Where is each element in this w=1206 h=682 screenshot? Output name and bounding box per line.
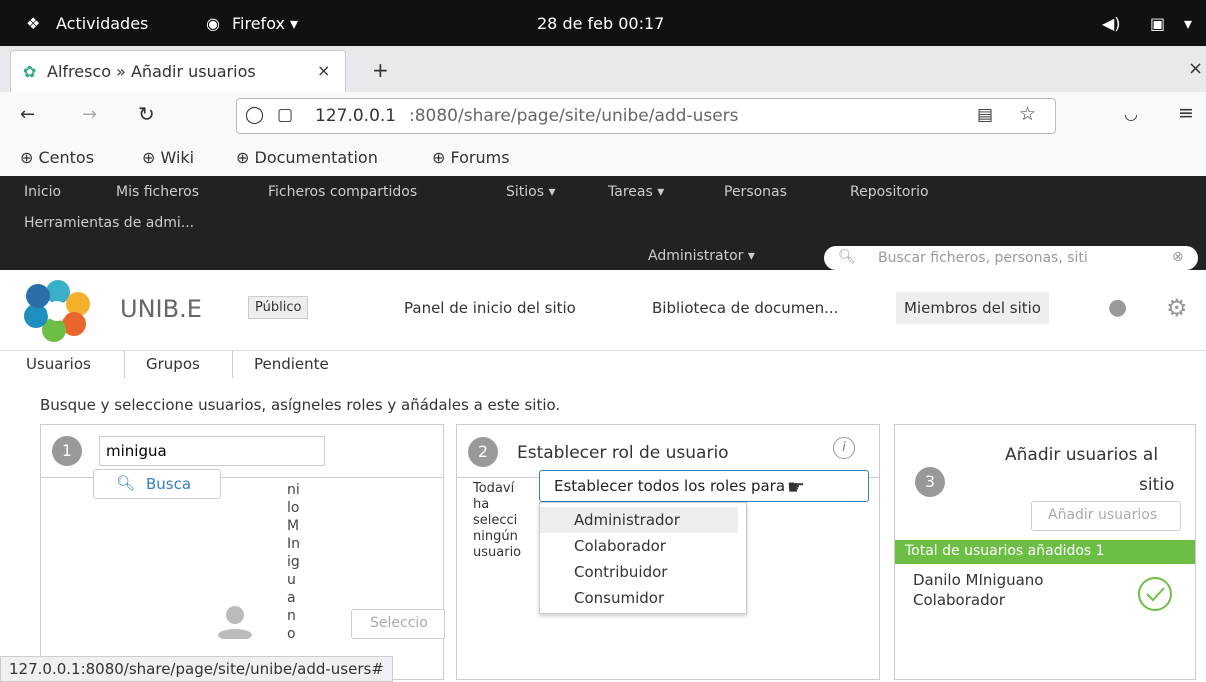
search-placeholder: Buscar ficheros, personas, siti [878,250,1088,266]
role-contribuidor[interactable]: Contribuidor [540,559,738,585]
url-path: :8080/share/page/site/unibe/add-users [409,106,739,126]
system-menu-icon[interactable]: ▾ [1184,14,1192,33]
app-menu[interactable]: Firefox ▾ [232,14,298,33]
tab-title: Alfresco » Añadir usuarios [47,62,256,81]
clock[interactable]: 28 de feb 00:17 [537,14,664,33]
alfresco-header: Inicio Mis ficheros Ficheros compartidos… [0,176,1206,270]
check-icon[interactable] [1137,576,1173,612]
new-tab-button[interactable]: + [372,58,389,82]
step-title: Establecer rol de usuario [517,443,729,463]
site-members-link[interactable]: Miembros del sitio [896,292,1049,324]
tab-close-icon[interactable]: × [317,61,330,80]
nav-admin-tools[interactable]: Herramientas de admi... [24,215,194,231]
status-url: 127.0.0.1:8080/share/page/site/unibe/add… [0,656,393,682]
step3-title-line2: sitio [1139,475,1175,495]
close-window-icon[interactable]: × [1188,58,1203,79]
bookmark-star-icon[interactable]: ☆ [1019,103,1036,125]
search-button[interactable]: 🔍︎ Busca [93,469,221,499]
tab-strip: ✿ Alfresco » Añadir usuarios × + × [0,46,1206,93]
nav-inicio[interactable]: Inicio [24,184,61,200]
tab-grupos[interactable]: Grupos [146,355,200,373]
url-bar[interactable]: ◯ ▢ 127.0.0.1 :8080/share/page/site/unib… [236,98,1056,134]
firefox-app-icon: ◉ [206,14,220,33]
url-host: 127.0.0.1 [315,106,397,126]
instructions-text: Busque y seleccione usuarios, asígneles … [40,396,561,414]
hamburger-menu-icon[interactable]: ≡ [1178,102,1194,124]
set-roles-panel: 2 Establecer rol de usuario i Todaví ha s… [456,424,880,680]
tab-alfresco[interactable]: ✿ Alfresco » Añadir usuarios × [10,50,346,92]
added-user-name: Danilo MIniguano [913,571,1044,589]
roles-menu: Administrador Colaborador Contribuidor C… [539,502,747,614]
info-icon[interactable]: i [833,437,855,459]
search-icon: 🔍︎ [116,474,136,492]
step-number: 1 [52,436,82,466]
tab-pendiente[interactable]: Pendiente [254,355,329,373]
bookmark-wiki[interactable]: ⊕ Wiki [142,148,194,167]
back-icon[interactable]: ← [20,104,35,125]
battery-icon[interactable]: ▣ [1150,14,1165,33]
nav-ficheros-compartidos[interactable]: Ficheros compartidos [268,184,417,200]
step3-title-line1: Añadir usuarios al [1005,445,1159,465]
shield-icon[interactable]: ◯ [245,105,264,125]
activities-icon: ❖ [26,14,41,33]
system-top-bar: ❖ Actividades ◉ Firefox ▾ 28 de feb 00:1… [0,0,1206,46]
user-search-input[interactable] [99,436,325,466]
total-users-text: Total de usuarios añadidos 1 [905,543,1105,559]
global-search-input[interactable]: 🔍︎ Buscar ficheros, personas, siti ⊗ [824,246,1198,270]
gear-icon[interactable]: ⚙ [1166,294,1188,322]
bookmark-documentation[interactable]: ⊕ Documentation [236,148,378,167]
nav-mis-ficheros[interactable]: Mis ficheros [116,184,199,200]
alfresco-favicon-icon: ✿ [23,62,37,81]
role-administrador[interactable]: Administrador [540,507,738,533]
added-user-role: Colaborador [913,591,1005,609]
clear-search-icon[interactable]: ⊗ [1172,249,1184,265]
page-icon[interactable]: ▢ [277,105,293,125]
add-user-icon[interactable]: ● [1108,295,1127,320]
nav-repositorio[interactable]: Repositorio [850,184,929,200]
site-dashboard-link[interactable]: Panel de inicio del sitio [404,299,576,317]
activities-button[interactable]: Actividades [56,14,148,33]
alfresco-logo-icon [24,280,90,342]
step-number: 3 [915,467,945,497]
bookmark-centos[interactable]: ⊕ Centos [20,148,94,167]
bookmarks-bar: ⊕ Centos ⊕ Wiki ⊕ Documentation ⊕ Forums [0,140,1206,176]
dropdown-label: Establecer todos los roles para ▾ [554,477,798,495]
divider [232,350,233,378]
reader-view-icon[interactable]: ▤ [977,105,993,125]
search-icon: 🔍︎ [838,249,856,265]
tab-usuarios[interactable]: Usuarios [26,355,91,373]
role-colaborador[interactable]: Colaborador [540,533,738,559]
no-users-message: Todaví ha selecci ningún usuario [473,481,522,560]
bookmark-forums[interactable]: ⊕ Forums [432,148,510,167]
role-consumidor[interactable]: Consumidor [540,585,738,611]
total-users-bar: Total de usuarios añadidos 1 [895,540,1195,564]
step-number: 2 [468,437,498,467]
search-result-user-name[interactable]: ni lo M In ig u an o [287,481,313,643]
reload-icon[interactable]: ↻ [138,102,155,126]
user-menu[interactable]: Administrator ▾ [648,248,755,264]
volume-icon[interactable]: ◀) [1102,14,1121,33]
members-subnav: Usuarios Grupos Pendiente [0,350,1206,382]
site-title[interactable]: UNIB.E [120,295,202,323]
user-avatar-icon [218,606,252,639]
site-header: UNIB.E Público Panel de inicio del sitio… [0,270,1206,351]
select-user-button[interactable]: Seleccio [351,609,445,639]
search-button-label: Busca [146,475,192,493]
forward-icon[interactable]: → [82,104,97,125]
document-library-link[interactable]: Biblioteca de documen... [652,299,838,317]
visibility-badge: Público [248,296,309,319]
add-users-button[interactable]: Añadir usuarios [1031,501,1181,531]
mouse-pointer-icon: ☛ [787,475,805,499]
nav-personas[interactable]: Personas [724,184,787,200]
select-button-label: Seleccio [370,615,428,631]
add-users-panel: Añadir usuarios al 3 sitio Añadir usuari… [894,424,1196,680]
nav-sitios[interactable]: Sitios ▾ [506,184,556,200]
add-users-label: Añadir usuarios [1048,507,1158,523]
navigation-bar: ← → ↻ ◯ ▢ 127.0.0.1 :8080/share/page/sit… [0,92,1206,140]
set-all-roles-dropdown[interactable]: Establecer todos los roles para ▾ [539,470,869,502]
pocket-icon[interactable]: ◡ [1124,104,1138,123]
search-users-panel: 1 🔍︎ Busca nilo MIn igu an o Seleccio [40,424,445,680]
divider [124,350,125,378]
nav-tareas[interactable]: Tareas ▾ [608,184,664,200]
